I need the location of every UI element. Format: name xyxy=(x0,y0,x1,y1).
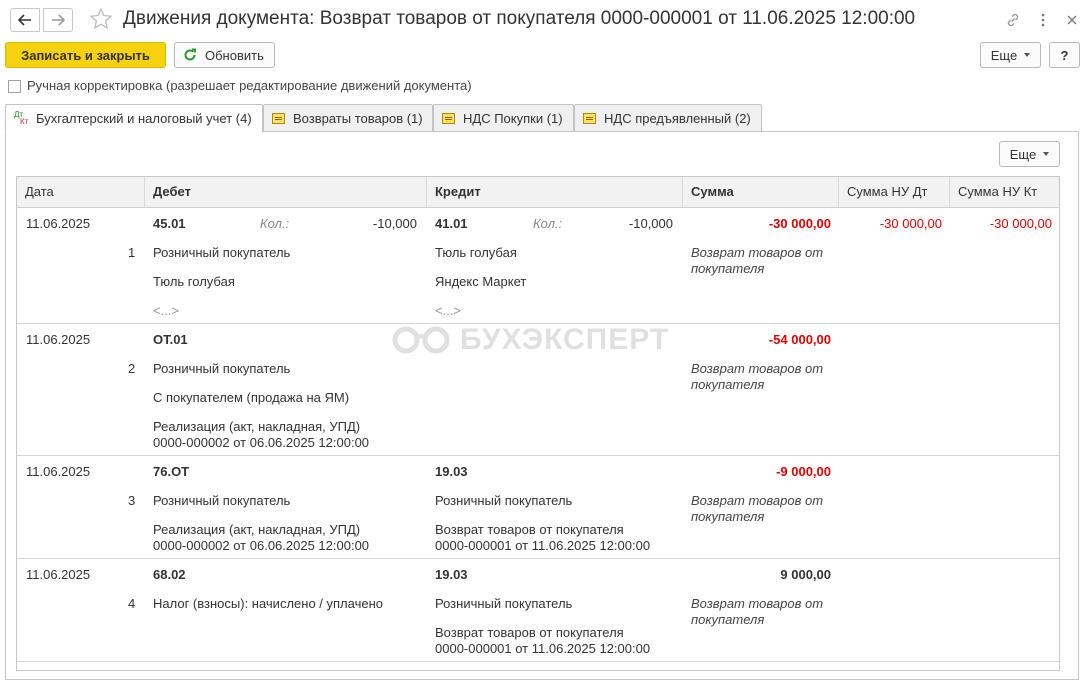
credit-subconto-2-number: 0000-000001 от 11.06.2025 12:00:00 xyxy=(435,641,651,656)
debit-subconto-3-number: 0000-000002 от 06.06.2025 12:00:00 xyxy=(153,435,370,450)
debit-qty-label: Кол.: xyxy=(260,216,290,231)
credit-qty-label: Кол.: xyxy=(533,216,563,231)
debit-subconto-3: <...> xyxy=(153,303,180,318)
credit-subconto-2-doc: Возврат товаров от покупателя xyxy=(435,522,624,537)
favorite-star-icon[interactable] xyxy=(89,7,113,31)
arrow-left-icon xyxy=(18,14,31,26)
close-icon[interactable] xyxy=(1062,10,1082,30)
tab-returns[interactable]: Возвраты товаров (1) xyxy=(263,104,433,132)
row-sum: 9 000,00 xyxy=(780,567,831,582)
watermark-logo: БУХЭКСПЕРТ xyxy=(392,323,669,357)
tab-vat-presented[interactable]: НДС предъявленный (2) xyxy=(574,104,762,132)
header-debit[interactable]: Дебет xyxy=(145,177,427,207)
panel-more-button[interactable]: Еще xyxy=(999,141,1060,167)
row-number: 3 xyxy=(128,493,136,508)
row-content: Возврат товаров от покупателя xyxy=(691,493,824,524)
table-row[interactable]: 11.06.2025 4 68.02 Налог (взносы): начис… xyxy=(17,559,1059,662)
refresh-label: Обновить xyxy=(205,47,264,63)
credit-account: 19.03 xyxy=(435,464,468,479)
row-sum: -54 000,00 xyxy=(768,332,831,347)
credit-subconto-1: Розничный покупатель xyxy=(435,493,573,508)
debit-subconto-2: С покупателем (продажа на ЯМ) xyxy=(153,390,350,405)
row-date: 11.06.2025 xyxy=(26,332,91,347)
chevron-down-icon xyxy=(1024,53,1031,57)
debit-account: 68.02 xyxy=(153,567,186,582)
credit-subconto-3: <...> xyxy=(435,303,462,318)
row-number: 1 xyxy=(128,245,136,260)
more-label: Еще xyxy=(1009,146,1037,162)
row-content: Возврат товаров от покупателя xyxy=(691,245,824,276)
credit-subconto-1: Розничный покупатель xyxy=(435,596,573,611)
credit-account: 41.01 xyxy=(435,216,468,231)
tab-label: НДС Покупки (1) xyxy=(463,110,563,126)
table-row[interactable]: 11.06.2025 3 76.ОТ Розничный покупатель … xyxy=(17,456,1059,559)
debit-subconto-1: Розничный покупатель xyxy=(153,245,291,260)
row-sum: -30 000,00 xyxy=(768,216,831,231)
entries-table: Дата Дебет Кредит Сумма Сумма НУ Дт Сумм… xyxy=(16,176,1060,671)
header-sum[interactable]: Сумма xyxy=(683,177,839,207)
help-button[interactable]: ? xyxy=(1049,42,1080,68)
header-credit[interactable]: Кредит xyxy=(427,177,683,207)
dt-kt-icon: Дт Кт xyxy=(14,109,29,126)
row-number: 4 xyxy=(128,596,136,611)
debit-subconto-2-doc: Реализация (акт, накладная, УПД) xyxy=(153,522,361,537)
watermark-text: БУХЭКСПЕРТ xyxy=(460,323,670,356)
debit-account: 76.ОТ xyxy=(153,464,190,479)
debit-subconto-3-doc: Реализация (акт, накладная, УПД) xyxy=(153,419,361,434)
refresh-icon xyxy=(184,48,196,61)
arrow-right-icon xyxy=(52,14,65,26)
row-sum: -9 000,00 xyxy=(776,464,831,479)
debit-subconto-1: Розничный покупатель xyxy=(153,493,291,508)
more-actions-icon[interactable] xyxy=(1033,10,1053,30)
tab-label: НДС предъявленный (2) xyxy=(604,110,751,126)
register-icon xyxy=(583,112,596,124)
tab-label: Бухгалтерский и налоговый учет (4) xyxy=(36,111,252,126)
manual-edit-label: Ручная корректировка (разрешает редактир… xyxy=(27,78,472,93)
table-header: Дата Дебет Кредит Сумма Сумма НУ Дт Сумм… xyxy=(17,177,1059,208)
debit-qty: -10,000 xyxy=(372,216,417,231)
debit-subconto-2: Тюль голубая xyxy=(153,274,235,289)
row-date: 11.06.2025 xyxy=(26,464,91,479)
tab-label: Возвраты товаров (1) xyxy=(293,110,423,126)
back-button[interactable] xyxy=(10,8,40,32)
table-row[interactable]: 11.06.2025 1 45.01 Кол.: -10,000 Розничн… xyxy=(17,208,1059,324)
save-and-close-button[interactable]: Записать и закрыть xyxy=(5,42,166,68)
credit-account: 19.03 xyxy=(435,567,468,582)
debit-account: ОТ.01 xyxy=(153,332,188,347)
debit-subconto-1: Налог (взносы): начислено / уплачено xyxy=(153,596,383,611)
glasses-icon xyxy=(392,326,450,354)
debit-subconto-1: Розничный покупатель xyxy=(153,361,291,376)
debit-account: 45.01 xyxy=(153,216,186,231)
header-sum-nu-dt[interactable]: Сумма НУ Дт xyxy=(839,177,950,207)
row-sum-nu-dt: -30 000,00 xyxy=(879,216,942,231)
title-bar: Движения документа: Возврат товаров от п… xyxy=(0,0,1082,40)
link-icon[interactable] xyxy=(1003,10,1023,30)
header-date[interactable]: Дата xyxy=(17,177,145,207)
page-title: Движения документа: Возврат товаров от п… xyxy=(123,8,916,29)
row-date: 11.06.2025 xyxy=(26,216,91,231)
register-icon xyxy=(442,112,455,124)
forward-button[interactable] xyxy=(43,8,73,32)
row-content: Возврат товаров от покупателя xyxy=(691,361,824,392)
refresh-button[interactable]: Обновить xyxy=(174,42,275,68)
credit-subconto-2-number: 0000-000001 от 11.06.2025 12:00:00 xyxy=(435,538,651,553)
more-button[interactable]: Еще xyxy=(980,42,1041,68)
credit-subconto-2-doc: Возврат товаров от покупателя xyxy=(435,625,624,640)
chevron-down-icon xyxy=(1043,152,1050,156)
debit-subconto-2-number: 0000-000002 от 06.06.2025 12:00:00 xyxy=(153,538,370,553)
row-sum-nu-kt: -30 000,00 xyxy=(989,216,1052,231)
manual-edit-checkbox[interactable] xyxy=(8,80,21,93)
tab-accounting[interactable]: Дт Кт Бухгалтерский и налоговый учет (4) xyxy=(5,104,263,133)
more-label: Еще xyxy=(990,47,1018,63)
row-content: Возврат товаров от покупателя xyxy=(691,596,824,627)
header-sum-nu-kt[interactable]: Сумма НУ Кт xyxy=(950,177,1059,207)
credit-subconto-2: Яндекс Маркет xyxy=(435,274,527,289)
row-number: 2 xyxy=(128,361,136,376)
credit-subconto-1: Тюль голубая xyxy=(435,245,517,260)
tab-vat-purchases[interactable]: НДС Покупки (1) xyxy=(433,104,574,132)
register-icon xyxy=(272,112,285,124)
row-date: 11.06.2025 xyxy=(26,567,91,582)
credit-qty: -10,000 xyxy=(628,216,673,231)
